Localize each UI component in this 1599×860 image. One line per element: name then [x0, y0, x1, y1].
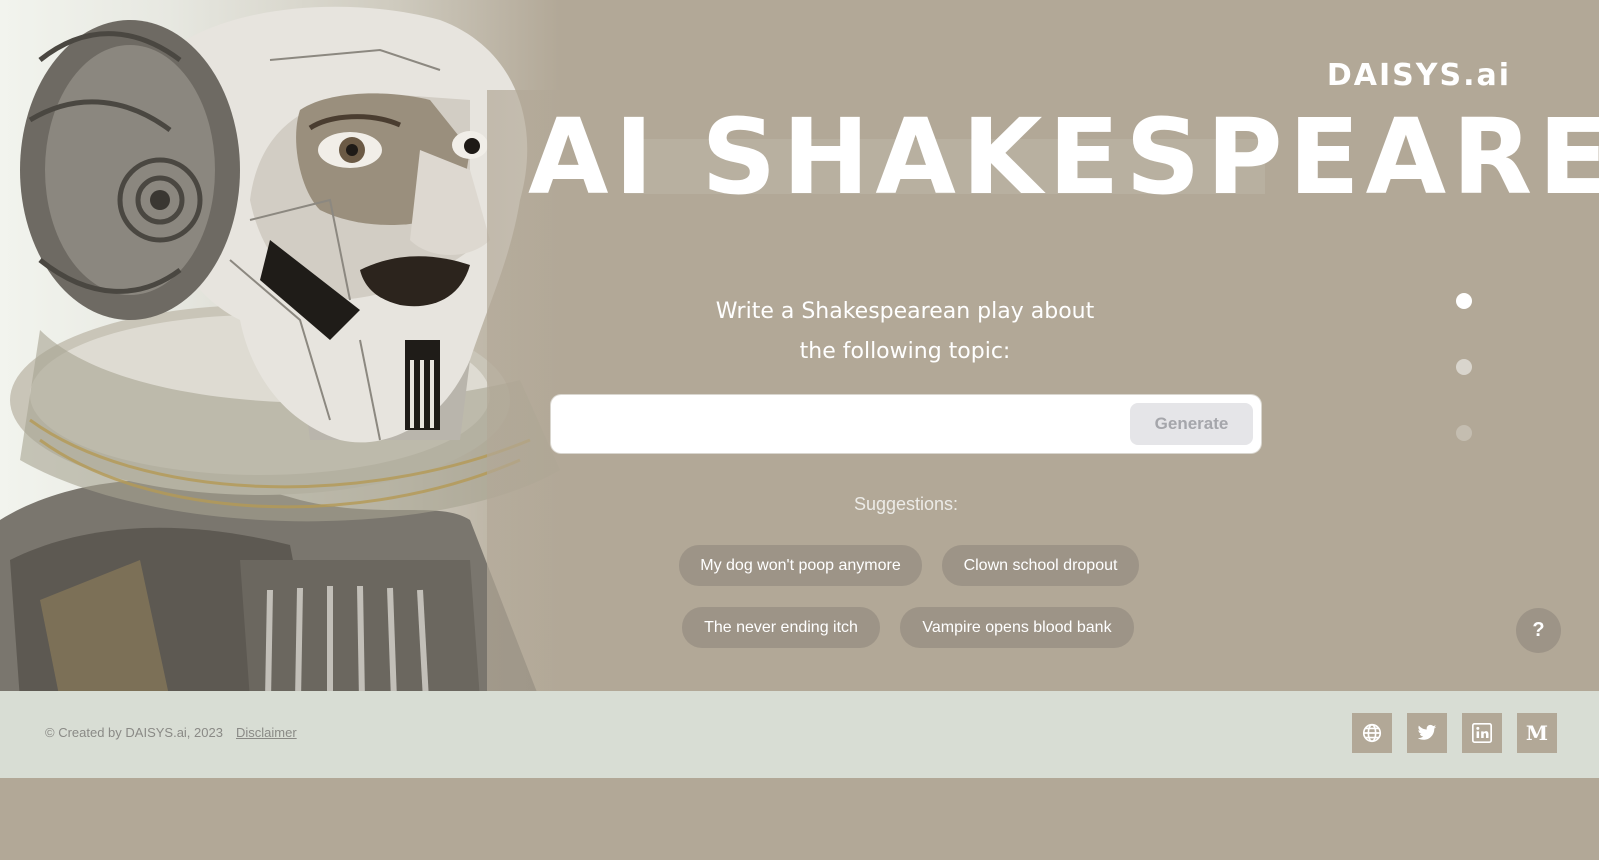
pager-dot-2[interactable] — [1456, 359, 1472, 375]
copyright-text: © Created by DAISYS.ai, 2023 — [45, 725, 223, 740]
suggestion-chip[interactable]: Vampire opens blood bank — [900, 607, 1134, 648]
generate-button[interactable]: Generate — [1130, 403, 1253, 445]
prompt-text: Write a Shakespearean play about the fol… — [640, 292, 1170, 372]
topic-form: Generate — [551, 395, 1261, 453]
pager-dot-1[interactable] — [1456, 293, 1472, 309]
page-title: AI SHAKESPEARE — [528, 96, 1599, 218]
brand-logo[interactable]: DAISYS.ai — [1327, 58, 1511, 93]
help-button[interactable]: ? — [1516, 608, 1561, 653]
globe-icon[interactable] — [1352, 713, 1392, 753]
pager-dot-3[interactable] — [1456, 425, 1472, 441]
topic-input[interactable] — [563, 403, 1107, 447]
disclaimer-link[interactable]: Disclaimer — [236, 725, 297, 740]
medium-glyph: M — [1525, 721, 1549, 745]
prompt-line-2: the following topic: — [799, 339, 1011, 364]
suggestion-chip[interactable]: Clown school dropout — [942, 545, 1139, 586]
footer: © Created by DAISYS.ai, 2023 Disclaimer … — [0, 691, 1599, 778]
suggestions-label: Suggestions: — [853, 494, 959, 514]
suggestion-chip[interactable]: My dog won't poop anymore — [679, 545, 922, 586]
hero-section: DAISYS.ai AI SHAKESPEARE Write a Shakesp… — [0, 0, 1599, 691]
twitter-icon[interactable] — [1407, 713, 1447, 753]
prompt-line-1: Write a Shakespearean play about — [715, 299, 1095, 324]
suggestion-chip[interactable]: The never ending itch — [682, 607, 880, 648]
linkedin-icon[interactable] — [1462, 713, 1502, 753]
medium-icon[interactable]: M — [1517, 713, 1557, 753]
